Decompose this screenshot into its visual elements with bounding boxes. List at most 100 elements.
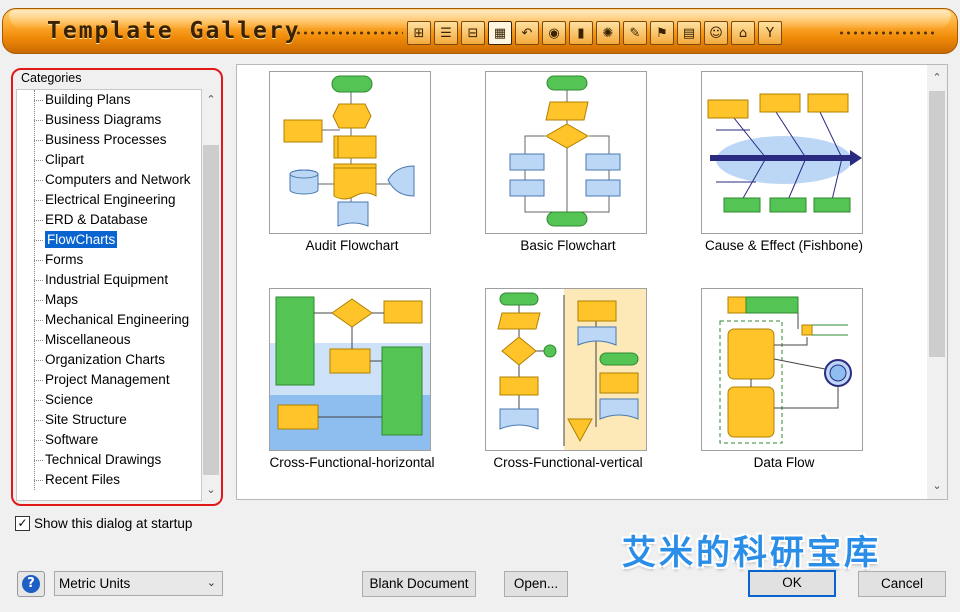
title-dots-left: [295, 31, 403, 35]
hierarchy-icon[interactable]: ⊞: [407, 21, 431, 45]
categories-header: Categories: [21, 71, 82, 85]
cancel-button[interactable]: Cancel: [858, 571, 946, 597]
category-item[interactable]: Science: [17, 390, 201, 410]
category-item[interactable]: Electrical Engineering: [17, 190, 201, 210]
scroll-thumb[interactable]: [203, 145, 219, 475]
people-icon[interactable]: ☺: [704, 21, 728, 45]
template-data-flow[interactable]: Data Flow: [669, 282, 869, 482]
template-thumbnail[interactable]: [701, 71, 863, 234]
category-item[interactable]: Software: [17, 430, 201, 450]
template-thumbnail[interactable]: [485, 71, 647, 234]
tree-icon[interactable]: ⊟: [461, 21, 485, 45]
category-item[interactable]: Recent Files: [17, 470, 201, 490]
watermark: 艾米的科研宝库: [622, 533, 881, 573]
template-label: Cause & Effect (Fishbone): [704, 238, 864, 253]
category-label: Technical Drawings: [45, 452, 162, 467]
branch-icon[interactable]: Y: [758, 21, 782, 45]
template-thumbnail[interactable]: [485, 288, 647, 451]
window-title: Template Gallery: [47, 18, 301, 44]
category-label: Miscellaneous: [45, 332, 131, 347]
pen-icon[interactable]: ✎: [623, 21, 647, 45]
category-label: Building Plans: [45, 92, 131, 107]
category-label: Organization Charts: [45, 352, 166, 367]
categories-list[interactable]: Building Plans Business Diagrams Business …: [16, 89, 202, 501]
category-label: Recent Files: [45, 472, 121, 487]
gallery-scrollbar[interactable]: ⌃ ⌄: [927, 65, 947, 499]
startup-option[interactable]: ✓ Show this dialog at startup: [15, 516, 192, 531]
category-item[interactable]: Forms: [17, 250, 201, 270]
units-select[interactable]: Metric Units ⌄: [54, 571, 223, 596]
sun-icon[interactable]: ✺: [596, 21, 620, 45]
category-label: Project Management: [45, 372, 170, 387]
startup-label: Show this dialog at startup: [34, 516, 193, 531]
template-thumbnail[interactable]: [269, 71, 431, 234]
table-icon[interactable]: ▤: [677, 21, 701, 45]
scroll-up-icon[interactable]: ⌃: [202, 91, 220, 109]
template-label: Cross-Functional-horizontal: [269, 455, 435, 470]
ok-button[interactable]: OK: [748, 570, 836, 597]
category-label: Computers and Network: [45, 172, 191, 187]
help-icon: ?: [22, 575, 40, 593]
category-label: Business Diagrams: [45, 112, 162, 127]
scroll-down-icon[interactable]: ⌄: [928, 477, 946, 495]
category-item[interactable]: Organization Charts: [17, 350, 201, 370]
category-label: FlowCharts: [45, 231, 118, 248]
template-cross-functional-horizontal[interactable]: Cross-Functional-horizontal: [237, 282, 437, 482]
category-label: Forms: [45, 252, 84, 267]
category-item[interactable]: Site Structure: [17, 410, 201, 430]
category-label: Science: [45, 392, 94, 407]
category-label: Business Processes: [45, 132, 167, 147]
units-value: Metric Units: [59, 576, 131, 591]
title-dots-right: [838, 31, 938, 35]
grid-icon[interactable]: ▦: [488, 21, 512, 45]
template-thumbnail[interactable]: [701, 288, 863, 451]
category-label: Software: [45, 432, 99, 447]
category-item[interactable]: Mechanical Engineering: [17, 310, 201, 330]
lightbulb-icon[interactable]: ◉: [542, 21, 566, 45]
curve-icon[interactable]: ↶: [515, 21, 539, 45]
help-button[interactable]: ?: [17, 571, 45, 597]
template-gallery: Audit Flowchart Basic Flowchart Cause & …: [236, 64, 948, 500]
category-label: Mechanical Engineering: [45, 312, 190, 327]
open-button[interactable]: Open...: [504, 571, 568, 597]
template-basic-flowchart[interactable]: Basic Flowchart: [453, 65, 653, 265]
bar-chart-icon[interactable]: ▮: [569, 21, 593, 45]
category-label: Site Structure: [45, 412, 127, 427]
category-item[interactable]: Technical Drawings: [17, 450, 201, 470]
categories-panel: Categories Building Plans Business Diagra…: [11, 68, 223, 506]
category-item[interactable]: Clipart: [17, 150, 201, 170]
template-audit-flowchart[interactable]: Audit Flowchart: [237, 65, 437, 265]
scroll-up-icon[interactable]: ⌃: [928, 69, 946, 87]
category-label: Maps: [45, 292, 79, 307]
category-item[interactable]: Miscellaneous: [17, 330, 201, 350]
template-thumbnail[interactable]: [269, 288, 431, 451]
category-item[interactable]: Business Diagrams: [17, 110, 201, 130]
template-cross-functional-vertical[interactable]: Cross-Functional-vertical: [453, 282, 653, 482]
scroll-thumb[interactable]: [929, 91, 945, 357]
category-item[interactable]: Computers and Network: [17, 170, 201, 190]
template-label: Cross-Functional-vertical: [493, 455, 643, 470]
category-item[interactable]: Project Management: [17, 370, 201, 390]
category-item[interactable]: FlowCharts: [17, 230, 201, 250]
template-label: Audit Flowchart: [305, 238, 399, 253]
view-toolbar: ⊞ ☰ ⊟ ▦ ↶ ◉ ▮ ✺ ✎ ⚑ ▤ ☺ ⌂ Y: [407, 21, 782, 45]
category-item[interactable]: ERD & Database: [17, 210, 201, 230]
category-item[interactable]: Maps: [17, 290, 201, 310]
category-item[interactable]: Industrial Equipment: [17, 270, 201, 290]
category-item[interactable]: Building Plans: [17, 90, 201, 110]
chevron-down-icon: ⌄: [206, 577, 216, 589]
building-icon[interactable]: ⌂: [731, 21, 755, 45]
category-label: ERD & Database: [45, 212, 148, 227]
title-bar: Template Gallery ⊞ ☰ ⊟ ▦ ↶ ◉ ▮ ✺ ✎ ⚑ ▤ ☺ ⌂ Y: [2, 8, 958, 54]
categories-scrollbar[interactable]: ⌃ ⌄: [202, 89, 220, 501]
startup-checkbox[interactable]: ✓: [15, 516, 30, 531]
template-cause-effect-fishbone[interactable]: Cause & Effect (Fishbone): [669, 65, 869, 265]
category-label: Clipart: [45, 152, 85, 167]
flag-icon[interactable]: ⚑: [650, 21, 674, 45]
category-item[interactable]: Business Processes: [17, 130, 201, 150]
category-label: Industrial Equipment: [45, 272, 169, 287]
list-icon[interactable]: ☰: [434, 21, 458, 45]
scroll-down-icon[interactable]: ⌄: [202, 481, 220, 499]
blank-document-button[interactable]: Blank Document: [362, 571, 476, 597]
template-label: Basic Flowchart: [520, 238, 616, 253]
